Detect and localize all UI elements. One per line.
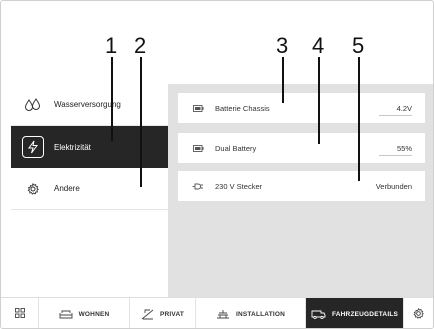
- grid-icon: [14, 308, 25, 320]
- sidebar-item-label: Elektrizität: [54, 142, 91, 152]
- settings-icon: [413, 307, 424, 321]
- vehicle-icon: [311, 310, 326, 319]
- main-panel: Batterie Chassis 4.2V Dual Battery 55% 2…: [168, 84, 433, 297]
- installation-icon: [216, 309, 230, 319]
- row-value: Verbunden: [375, 181, 412, 191]
- callout-2-line: [140, 57, 142, 187]
- callout-1-line: [111, 57, 113, 141]
- value-bar: [379, 115, 412, 116]
- battery-icon: [191, 104, 205, 112]
- lightning-icon: [22, 136, 44, 158]
- row-label: Dual Battery: [215, 143, 257, 153]
- nav-tab-fahrzeugdetails[interactable]: FAHRZEUGDETAILS: [306, 298, 404, 328]
- callout-4: 4: [312, 33, 325, 58]
- sidebar-item-electricity[interactable]: Elektrizität: [11, 126, 168, 168]
- nav-settings-button[interactable]: [404, 298, 433, 328]
- water-drops-icon: [22, 94, 44, 116]
- nav-tab-wohnen[interactable]: WOHNEN: [39, 298, 130, 328]
- row-value: 55%: [396, 143, 412, 153]
- plug-icon: [191, 183, 205, 190]
- nav-tab-label: WOHNEN: [78, 310, 110, 318]
- nav-grid-button[interactable]: [1, 298, 39, 328]
- callout-1: 1: [105, 33, 118, 58]
- battery-icon: [191, 144, 205, 152]
- sidebar-item-water[interactable]: Wasserversorgung: [11, 84, 168, 126]
- callout-3-line: [282, 57, 284, 103]
- nav-tab-privat[interactable]: PRIVAT: [130, 298, 196, 328]
- sidebar: Wasserversorgung Elektrizität Andere: [11, 84, 168, 297]
- callout-5: 5: [352, 33, 365, 58]
- value-bar: [379, 155, 412, 156]
- nav-tab-label: INSTALLATION: [235, 310, 286, 318]
- row-value: 4.2V: [396, 103, 412, 113]
- app-screen: Wasserversorgung Elektrizität Andere Bat…: [0, 0, 434, 329]
- callout-5-line: [358, 57, 360, 181]
- sidebar-item-label: Andere: [54, 184, 80, 193]
- row-label: Batterie Chassis: [215, 103, 270, 113]
- bottom-nav: WOHNEN PRIVAT INSTALLATION FAHRZEUGDETAI…: [1, 297, 433, 328]
- sidebar-item-other[interactable]: Andere: [11, 168, 168, 210]
- row-dual-battery[interactable]: Dual Battery 55%: [178, 133, 425, 163]
- callout-3: 3: [276, 33, 289, 58]
- gear-icon: [22, 178, 44, 200]
- callout-2: 2: [134, 33, 147, 58]
- nav-tab-label: PRIVAT: [159, 310, 185, 318]
- nav-tab-installation[interactable]: INSTALLATION: [196, 298, 306, 328]
- privacy-icon: [141, 309, 154, 320]
- row-label: 230 V Stecker: [215, 181, 263, 191]
- row-battery-chassis[interactable]: Batterie Chassis 4.2V: [178, 93, 425, 123]
- row-230v-plug[interactable]: 230 V Stecker Verbunden: [178, 171, 425, 201]
- callout-4-line: [318, 57, 320, 144]
- nav-tab-label: FAHRZEUGDETAILS: [331, 310, 399, 318]
- sofa-icon: [59, 310, 73, 319]
